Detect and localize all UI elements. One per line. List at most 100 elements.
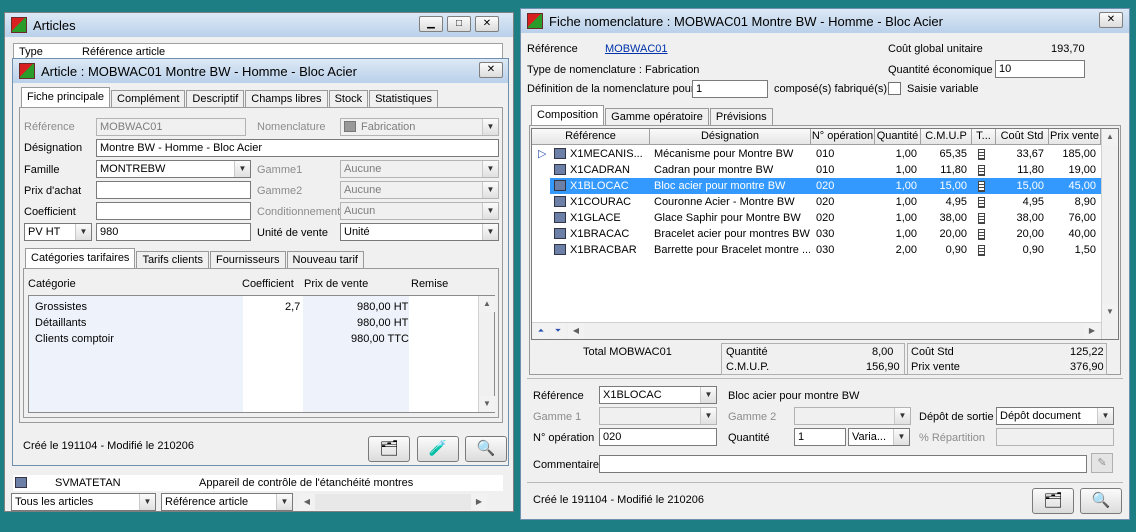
commentaire-field[interactable]: [599, 455, 1087, 473]
prix-achat-field[interactable]: [96, 181, 251, 199]
saisie-variable-checkbox[interactable]: [888, 82, 901, 95]
tab-fournisseurs[interactable]: Fournisseurs: [209, 251, 286, 269]
detail-gamme2-select[interactable]: ▼: [794, 407, 911, 425]
composition-grid: Référence Désignation N° opération Quant…: [531, 128, 1119, 340]
conditionnement-select[interactable]: Aucun ▼: [340, 202, 499, 220]
quantite-economique-field[interactable]: 10: [995, 60, 1085, 78]
tab-previsions[interactable]: Prévisions: [709, 108, 773, 126]
tab-categories-tarifaires[interactable]: Catégories tarifaires: [25, 248, 136, 269]
detail-reference-select[interactable]: X1BLOCAC ▼: [599, 386, 717, 404]
minimize-button[interactable]: ▁: [419, 16, 443, 32]
depot-sortie-select[interactable]: Dépôt document ▼: [996, 407, 1114, 425]
tab-composition[interactable]: Composition: [531, 105, 605, 126]
table-row[interactable]: X1BRACBAR Barrette pour Bracelet montre .…: [532, 242, 1101, 258]
tab-champs-libres[interactable]: Champs libres: [245, 90, 328, 108]
col-header-cout-std[interactable]: Coût Std: [996, 129, 1049, 145]
unite-vente-select[interactable]: Unité ▼: [340, 223, 499, 241]
detail-variable-value: Varia...: [852, 431, 887, 443]
table-row[interactable]: ▷ X1MECANIS... Mécanisme pour Montre BW 010…: [532, 146, 1101, 162]
scroll-down-icon[interactable]: ▼: [479, 396, 495, 412]
tab-tarifs-clients[interactable]: Tarifs clients: [136, 251, 209, 269]
close-button[interactable]: ✕: [475, 16, 499, 32]
close-button[interactable]: ✕: [479, 62, 503, 78]
designation-field[interactable]: Montre BW - Homme - Bloc Acier: [96, 139, 499, 157]
col-header-prix-vente[interactable]: Prix vente: [1049, 129, 1101, 145]
close-button[interactable]: ✕: [1099, 12, 1123, 28]
scroll-left-icon[interactable]: ◀: [568, 323, 584, 339]
scroll-down-icon[interactable]: ▼: [1102, 304, 1118, 320]
horizontal-scrollbar[interactable]: ⏶ ⏷ ◀ ▶: [532, 322, 1101, 339]
col-header-t[interactable]: T...: [972, 129, 996, 145]
chevron-down-icon: ▼: [482, 182, 498, 198]
tab-descriptif[interactable]: Descriptif: [186, 90, 245, 108]
nomen-validate-button[interactable]: 🗂: [1032, 488, 1074, 514]
pv-type-select[interactable]: PV HT ▼: [24, 223, 92, 241]
scroll-right-icon[interactable]: ▶: [471, 494, 487, 510]
article-validate-button[interactable]: 🗂: [368, 436, 410, 462]
depot-sortie-value: Dépôt document: [1000, 410, 1081, 422]
maximize-button[interactable]: □: [447, 16, 471, 32]
vertical-scrollbar[interactable]: ▲ ▼: [478, 296, 495, 412]
detail-variable-select[interactable]: Varia... ▼: [848, 428, 910, 446]
table-row[interactable]: X1COURAC Couronne Acier - Montre BW 020 1,0…: [532, 194, 1101, 210]
filter-select[interactable]: Tous les articles ▼: [11, 493, 156, 511]
chevron-down-icon: ▼: [139, 494, 155, 510]
col-header-cmup[interactable]: C.M.U.P: [921, 129, 972, 145]
tab-gamme-operatoire[interactable]: Gamme opératoire: [605, 108, 709, 126]
gamme1-label: Gamme1: [257, 164, 303, 176]
table-row[interactable]: X1CADRAN Cadran pour montre BW 010 1,00 11,8…: [532, 162, 1101, 178]
famille-select[interactable]: MONTREBW ▼: [96, 160, 251, 178]
tab-fiche-principale[interactable]: Fiche principale: [21, 87, 111, 108]
coefficient-field[interactable]: [96, 202, 251, 220]
article-tabs: Fiche principale Complément Descriptif C…: [21, 86, 439, 108]
scroll-up-icon[interactable]: ▲: [1102, 129, 1118, 145]
article-title: Article : MOBWAC01 Montre BW - Homme - B…: [41, 63, 357, 79]
comment-edit-icon[interactable]: ✎: [1091, 453, 1113, 473]
table-row[interactable]: Détaillants 980,00 HT: [29, 315, 479, 331]
detail-quantite-field[interactable]: 1: [794, 428, 846, 446]
cell-cmup: 15,00: [939, 180, 967, 192]
nomen-search-button[interactable]: 🔍: [1080, 488, 1122, 514]
tab-complement[interactable]: Complément: [111, 90, 186, 108]
table-row[interactable]: X1BRACAC Bracelet acier pour montres BW 03…: [532, 226, 1101, 242]
table-row[interactable]: Clients comptoir 980,00 TTC: [29, 331, 479, 347]
tab-nouveau-tarif[interactable]: Nouveau tarif: [286, 251, 364, 269]
sort-select[interactable]: Référence article ▼: [161, 493, 293, 511]
horizontal-scrollbar[interactable]: [315, 494, 471, 510]
article-new-button[interactable]: 🧪: [417, 436, 459, 462]
prix-vente-field[interactable]: 980: [96, 223, 251, 241]
nomen-reference-link[interactable]: MOBWAC01: [605, 42, 668, 56]
col-header-reference[interactable]: Référence: [532, 129, 650, 145]
reference-field[interactable]: MOBWAC01: [96, 118, 246, 136]
tab-stock[interactable]: Stock: [328, 90, 369, 108]
vertical-scrollbar[interactable]: ▲ ▼: [1101, 129, 1118, 339]
article-type-icon: [15, 477, 27, 488]
table-row[interactable]: SVMATETAN Appareil de contrôle de l'étan…: [13, 475, 503, 491]
repartition-field[interactable]: [996, 428, 1114, 446]
nomenclature-select[interactable]: Fabrication ▼: [340, 118, 499, 136]
table-row[interactable]: Grossistes 2,7 980,00 HT: [29, 299, 479, 315]
gamme2-select[interactable]: Aucune ▼: [340, 181, 499, 199]
col-reference[interactable]: Référence article: [82, 45, 165, 59]
move-up-icon[interactable]: ⏶: [533, 323, 549, 339]
detail-gamme1-label: Gamme 1: [533, 411, 582, 423]
scroll-up-icon[interactable]: ▲: [479, 296, 495, 312]
tab-statistiques[interactable]: Statistiques: [369, 90, 438, 108]
gamme1-select[interactable]: Aucune ▼: [340, 160, 499, 178]
phone-icon: [978, 210, 985, 226]
detail-gamme1-select[interactable]: ▼: [599, 407, 717, 425]
definition-field[interactable]: 1: [692, 80, 768, 98]
article-search-button[interactable]: 🔍: [465, 436, 507, 462]
scroll-right-icon[interactable]: ▶: [1084, 323, 1100, 339]
scroll-left-icon[interactable]: ◀: [299, 494, 315, 510]
table-row[interactable]: X1GLACE Glace Saphir pour Montre BW 020 1,0…: [532, 210, 1101, 226]
col-header-quantite[interactable]: Quantité: [875, 129, 921, 145]
move-down-icon[interactable]: ⏷: [550, 323, 566, 339]
cell-ref: X1BLOCAC: [570, 180, 629, 192]
table-row[interactable]: X1BLOCAC Bloc acier pour montre BW 020 1,00…: [532, 178, 1101, 194]
col-type[interactable]: Type: [19, 45, 43, 59]
col-header-designation[interactable]: Désignation: [650, 129, 811, 145]
article-subtabs: Catégories tarifaires Tarifs clients Fou…: [25, 247, 365, 269]
detail-operation-field[interactable]: 020: [599, 428, 717, 446]
col-header-operation[interactable]: N° opération: [811, 129, 875, 145]
